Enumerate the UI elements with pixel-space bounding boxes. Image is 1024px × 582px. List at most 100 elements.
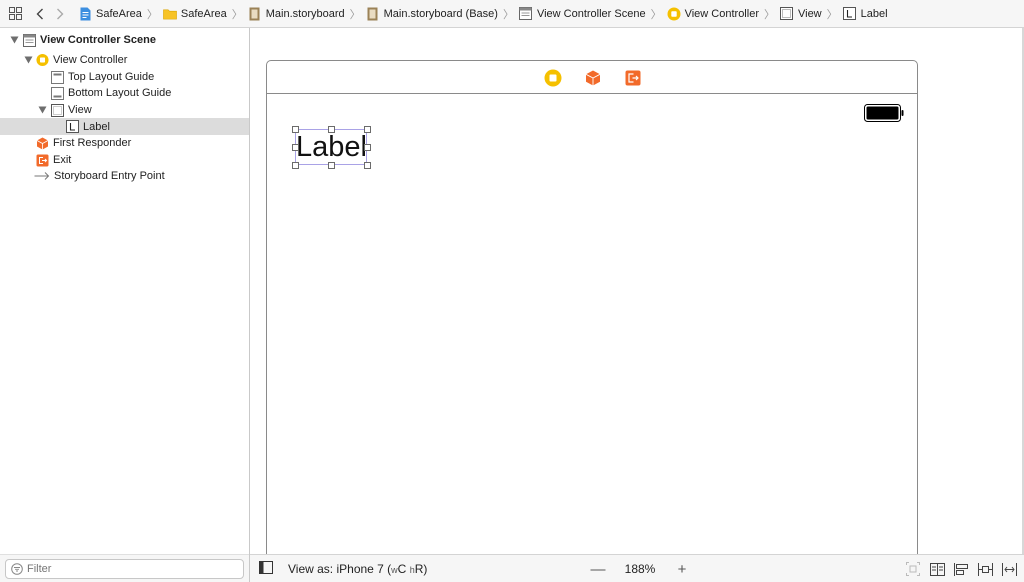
outline-label: View Controller [53,54,128,66]
embed-in-stack-icon[interactable] [905,561,921,577]
storyboard-canvas[interactable]: Label [250,28,1024,554]
outline-label: Top Layout Guide [68,71,155,83]
scene-icon [23,33,36,47]
crumb-label: View Controller [684,7,759,20]
top-layout-guide-icon [51,70,64,84]
view-controller-icon [36,53,49,67]
view-as-device-button[interactable]: View as: iPhone 7 (wC hR) [288,562,427,576]
chevron-right-icon: 〉 [763,8,775,21]
filter-icon [11,563,23,575]
crumb-folder[interactable]: SafeArea [163,4,227,24]
resolve-issues-icon[interactable] [1001,561,1017,577]
disclosure-triangle-open-icon[interactable] [23,55,33,65]
outline-label: First Responder [53,137,132,149]
resize-handle-left[interactable] [292,144,299,151]
view-controller-frame[interactable]: Label [266,60,918,554]
chevron-right-icon: 〉 [502,8,514,21]
view-icon [51,103,64,117]
crumb-label: View Controller Scene [536,7,646,20]
update-frames-icon[interactable] [929,561,945,577]
filter-field[interactable] [5,559,244,579]
crumb-label: SafeArea [96,7,142,20]
view-controller-icon[interactable] [544,69,562,87]
crumb-view-controller[interactable]: View Controller [667,4,759,24]
chevron-right-icon: 〉 [231,8,243,21]
chevron-right-icon: 〉 [650,8,662,21]
outline-item-bottom-layout-guide[interactable]: Bottom Layout Guide [0,85,249,101]
outline-item-label[interactable]: Label [0,118,249,135]
outline-item-storyboard-entry-point[interactable]: Storyboard Entry Point [0,168,249,184]
crumb-storyboard[interactable]: Main.storyboard [248,4,345,24]
align-icon[interactable] [953,561,969,577]
crumb-label: Main.storyboard (Base) [383,7,498,20]
add-constraints-icon[interactable] [977,561,993,577]
outline-item-top-layout-guide[interactable]: Top Layout Guide [0,69,249,85]
zoom-control: — 188% + [590,560,690,578]
selection-outline [295,129,367,165]
disclosure-triangle-open-icon[interactable] [37,105,47,115]
zoom-out-button[interactable]: — [590,561,606,578]
label-icon [843,7,857,21]
storyboard-icon [248,7,262,21]
chevron-right-icon: 〉 [146,8,158,21]
resize-handle-bottom-left[interactable] [292,162,299,169]
first-responder-icon [36,137,49,150]
outline-item-exit[interactable]: Exit [0,152,249,168]
breadcrumb: SafeArea 〉 SafeArea 〉 Main.storyboard 〉 … [78,4,888,24]
resize-handle-bottom[interactable] [328,162,335,169]
exit-icon[interactable] [624,69,642,87]
crumb-scene[interactable]: View Controller Scene [519,4,646,24]
zoom-level: 188% [624,562,656,576]
view-as-label: View as: iPhone 7 ( [288,562,392,576]
outline-label: View [68,104,92,116]
disclosure-triangle-open-icon[interactable] [9,35,19,45]
zoom-in-button[interactable]: + [674,561,690,578]
scene-icon [519,7,533,21]
crumb-storyboard-base[interactable]: Main.storyboard (Base) [366,4,498,24]
crumb-label: View [797,7,822,20]
filter-input[interactable] [27,563,227,575]
crumb-label: Label [860,7,888,20]
outline-item-view-controller-scene[interactable]: View Controller Scene [0,32,249,48]
resize-handle-right[interactable] [364,144,371,151]
outline-item-view[interactable]: View [0,102,249,118]
canvas-bottom-bar: View as: iPhone 7 (wC hR) — 188% + [250,554,1024,582]
back-button[interactable] [30,4,50,24]
crumb-project[interactable]: SafeArea [78,4,142,24]
forward-button[interactable] [50,4,70,24]
crumb-view[interactable]: View [780,4,822,24]
related-items-icon[interactable] [5,4,25,24]
label-icon [66,120,79,133]
resize-handle-top-right[interactable] [364,126,371,133]
document-outline: View Controller Scene View Controller To… [0,28,250,582]
exit-icon [36,154,49,167]
filter-bar [0,554,249,582]
toggle-outline-icon[interactable] [259,561,273,574]
view-icon [780,7,794,21]
resize-handle-bottom-right[interactable] [364,162,371,169]
jump-bar: SafeArea 〉 SafeArea 〉 Main.storyboard 〉 … [0,0,1024,28]
outline-label: Storyboard Entry Point [54,170,165,182]
outline-item-first-responder[interactable]: First Responder [0,135,249,151]
outline-label: Label [83,120,110,133]
resize-handle-top-left[interactable] [292,126,299,133]
chevron-right-icon: 〉 [826,8,838,21]
chevron-right-icon: 〉 [349,8,361,21]
outline-label: Bottom Layout Guide [68,87,172,99]
view-as-close: ) [423,562,428,576]
project-file-icon [78,7,92,21]
view-controller-icon [667,7,681,21]
crumb-label: SafeArea [180,7,227,20]
crumb-label: Main.storyboard [265,7,345,20]
folder-icon [163,7,177,21]
size-class-w-value: C [397,562,407,576]
first-responder-icon[interactable] [584,69,602,87]
scene-dock [267,61,917,94]
resize-handle-top[interactable] [328,126,335,133]
outline-item-view-controller[interactable]: View Controller [0,52,249,68]
battery-icon [864,104,904,122]
crumb-label-item[interactable]: Label [843,4,888,24]
storyboard-icon [366,7,380,21]
outline-label: View Controller Scene [40,34,156,46]
entry-arrow-icon [34,170,50,183]
